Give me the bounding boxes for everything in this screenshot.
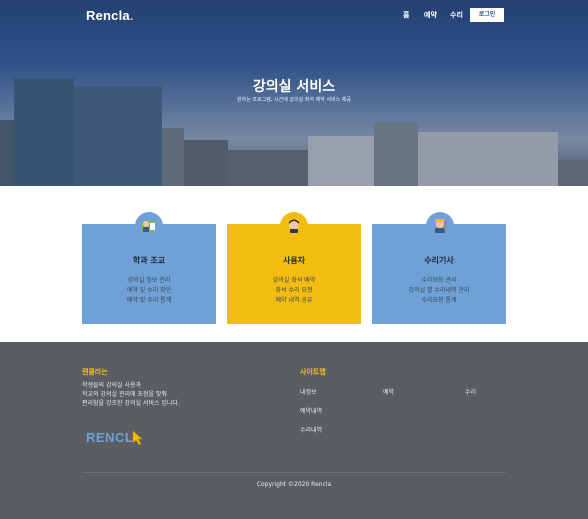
sitemap-link-reservation-history[interactable]: 예약내역 <box>300 406 322 415</box>
cursor-icon <box>132 430 143 446</box>
footer-logo: RENCL <box>86 430 156 448</box>
footer-divider <box>82 472 506 473</box>
card-feature-line: 예약 내역 공유 <box>275 297 313 304</box>
brand-logo[interactable]: Rencla. <box>86 8 134 23</box>
top-navbar: Rencla. 홈 예약 수리 로그인 <box>0 0 588 32</box>
card-title: 사용자 <box>282 256 306 265</box>
card-feature-line: 강의실 별 수리내역 관리 <box>408 287 470 294</box>
footer-logo-text: RENCL <box>86 430 134 445</box>
card-title: 수리기사 <box>424 256 454 265</box>
nav-item-home[interactable]: 홈 <box>403 10 409 20</box>
footer-about-line: 학생들의 강의실 사용과 <box>82 382 142 389</box>
brand-dot: . <box>129 8 134 23</box>
sitemap-link-myinfo[interactable]: 내정보 <box>300 387 317 396</box>
sitemap-link-repair[interactable]: 수리 <box>465 387 476 396</box>
footer-about-heading: 렌클라는 <box>82 368 108 376</box>
footer-about-text: 학생들의 강의실 사용과 학교의 강의실 관리에 초점을 맞춰 편리함을 강조한… <box>82 381 180 408</box>
footer-sitemap-heading: 사이트맵 <box>300 368 326 376</box>
card-features: 수리요청 관리 강의실 별 수리내역 관리 수리요청 통계 <box>372 276 506 306</box>
card-feature-line: 수리요청 통계 <box>421 297 457 304</box>
assistant-icon <box>135 212 163 240</box>
card-features: 강의실 정보 관리 예약 및 수리 확인 예약 및 수리 통계 <box>82 276 216 306</box>
card-feature-line: 강의실 좌석 예약 <box>272 277 316 284</box>
card-feature-line: 예약 및 수리 통계 <box>126 297 172 304</box>
nav-item-repair[interactable]: 수리 <box>450 10 463 20</box>
login-button[interactable]: 로그인 <box>470 8 504 22</box>
sitemap-link-reservation[interactable]: 예약 <box>383 387 394 396</box>
user-icon <box>280 212 308 240</box>
card-features: 강의실 좌석 예약 좌석 수리 요청 예약 내역 공유 <box>227 276 361 306</box>
nav-item-reservation[interactable]: 예약 <box>424 10 437 20</box>
card-feature-line: 강의실 정보 관리 <box>127 277 171 284</box>
footer-about-line: 학교의 강의실 관리에 초점을 맞춰 <box>82 391 167 398</box>
card-title: 학과 조교 <box>132 256 166 265</box>
sitemap-link-repair-history[interactable]: 수리내역 <box>300 425 322 434</box>
card-feature-line: 좌석 수리 요청 <box>275 287 313 294</box>
hero-banner: Rencla. 홈 예약 수리 로그인 강의실 서비스 원하는 프로그램, 시간… <box>0 0 588 186</box>
hero-title: 강의실 서비스 <box>252 79 336 95</box>
hero-subtitle: 원하는 프로그램, 시간에 강의실 좌석 예약 서비스 제공 <box>237 97 351 103</box>
card-feature-line: 수리요청 관리 <box>421 277 457 284</box>
brand-name: Rencla <box>86 8 130 23</box>
technician-icon <box>426 212 454 240</box>
footer-about-line: 편리함을 강조한 강의실 서비스 입니다. <box>82 400 180 407</box>
card-feature-line: 예약 및 수리 확인 <box>126 287 172 294</box>
copyright-text: Copyright ©2020 Rencla <box>256 481 332 488</box>
